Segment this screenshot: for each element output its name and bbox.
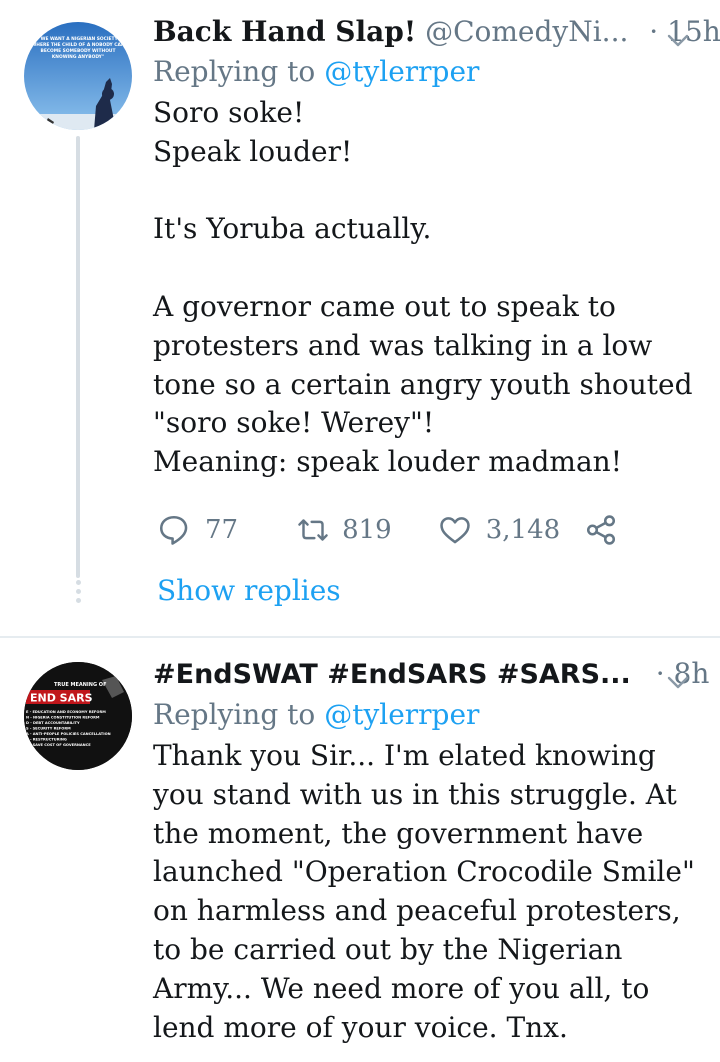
tweet-header: Back Hand Slap! @ComedyNi... · 15h <box>153 14 720 50</box>
reply-count: 77 <box>205 515 239 545</box>
retweet-icon <box>294 513 332 547</box>
chevron-down-icon[interactable] <box>666 664 690 700</box>
share-button[interactable] <box>584 513 618 547</box>
thread-line <box>76 136 80 578</box>
svg-text:R - RESTRUCTURING: R - RESTRUCTURING <box>26 738 67 742</box>
svg-text:E - EDUCATION AND ECONOMY REFO: E - EDUCATION AND ECONOMY REFORM <box>26 710 106 714</box>
mention-link[interactable]: @tylerrper <box>324 698 479 731</box>
replying-to-label: Replying to <box>153 55 316 88</box>
replying-to: Replying to @tylerrper <box>153 697 700 733</box>
svg-text:N - NIGERIA CONSTITUTION REFOR: N - NIGERIA CONSTITUTION REFORM <box>26 716 100 720</box>
like-icon <box>438 513 472 547</box>
thread-dots <box>75 580 81 607</box>
svg-text:S - SAVE COST OF GOVERNANCE: S - SAVE COST OF GOVERNANCE <box>26 743 91 747</box>
svg-text:D - DEBT ACCOUNTABILITY: D - DEBT ACCOUNTABILITY <box>26 721 80 725</box>
tweet-text: Thank you Sir... I'm elated knowing you … <box>153 739 695 1044</box>
svg-text:BECOME SOMEBODY WITHOUT: BECOME SOMEBODY WITHOUT <box>40 48 115 54</box>
avatar[interactable]: TRUE MEANING OF END SARS E - EDUCATION A… <box>24 662 132 770</box>
tweet-1[interactable]: "WE WANT A NIGERIAN SOCIETY WHERE THE CH… <box>0 0 720 636</box>
avatar[interactable]: "WE WANT A NIGERIAN SOCIETY WHERE THE CH… <box>24 22 132 130</box>
svg-text:"WE WANT A NIGERIAN SOCIETY: "WE WANT A NIGERIAN SOCIETY <box>38 36 118 42</box>
tweet-text: Soro soke! Speak louder! It's Yoruba act… <box>153 96 693 479</box>
share-icon <box>584 513 618 547</box>
svg-text:A - ANTI-PEOPLE POLICIES CANCE: A - ANTI-PEOPLE POLICIES CANCELLATION <box>26 732 111 736</box>
reply-icon <box>157 513 191 547</box>
replying-to: Replying to @tylerrper <box>153 54 700 90</box>
display-name[interactable]: #EndSWAT #EndSARS #SARS... <box>153 659 631 690</box>
like-count: 3,148 <box>485 515 561 545</box>
replying-to-label: Replying to <box>153 698 316 731</box>
tweet-2[interactable]: TRUE MEANING OF END SARS E - EDUCATION A… <box>0 638 720 1062</box>
tweet-actions: 77 819 3,148 <box>157 513 618 547</box>
show-replies-link[interactable]: Show replies <box>157 574 341 607</box>
svg-text:TRUE MEANING OF: TRUE MEANING OF <box>54 682 106 688</box>
display-name[interactable]: Back Hand Slap! <box>153 15 416 48</box>
chevron-down-icon[interactable] <box>666 22 690 58</box>
reply-button[interactable]: 77 <box>157 513 238 547</box>
svg-text:WHERE THE CHILD OF A NOBODY CA: WHERE THE CHILD OF A NOBODY CAN <box>31 42 124 48</box>
svg-text:S - SECURITY REFORM: S - SECURITY REFORM <box>26 727 71 731</box>
like-button[interactable]: 3,148 <box>438 513 560 547</box>
retweet-count: 819 <box>342 515 392 545</box>
handle[interactable]: @ComedyNi... <box>425 15 628 48</box>
svg-text:KNOWING ANYBODY": KNOWING ANYBODY" <box>52 54 104 60</box>
svg-text:END SARS: END SARS <box>30 692 93 705</box>
mention-link[interactable]: @tylerrper <box>324 55 479 88</box>
retweet-button[interactable]: 819 <box>294 513 392 547</box>
tweet-header: #EndSWAT #EndSARS #SARS... · 8h <box>153 656 709 693</box>
